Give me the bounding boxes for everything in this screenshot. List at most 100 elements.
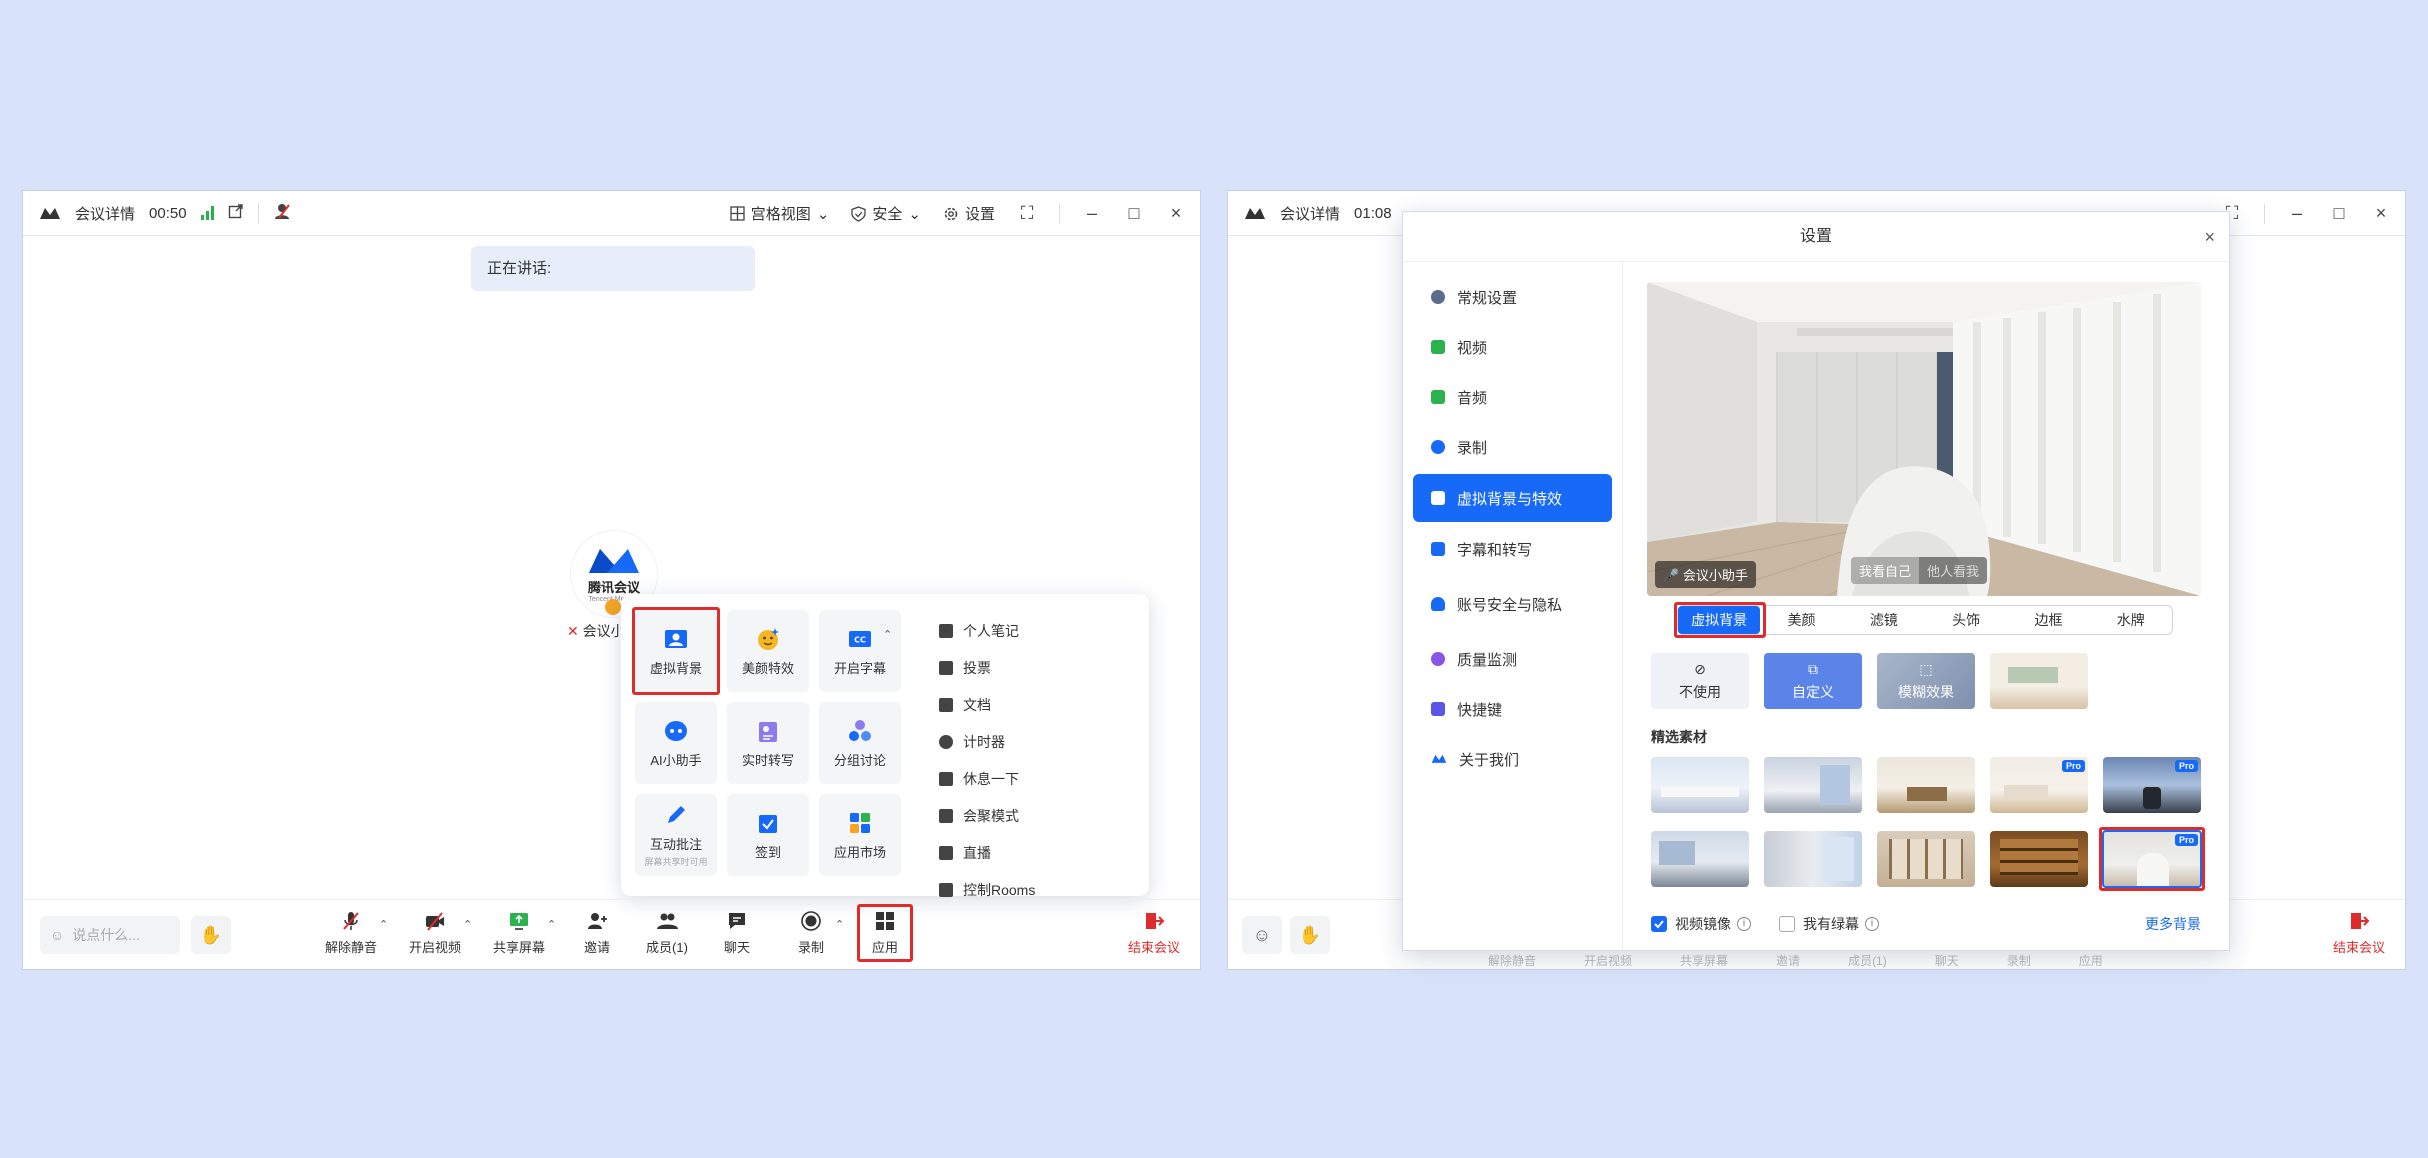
more-backgrounds-link[interactable]: 更多背景 xyxy=(2145,914,2201,934)
share-screen-button[interactable]: 共享屏幕 xyxy=(489,910,549,956)
bg-thumbnail[interactable] xyxy=(1990,653,2088,709)
minimize-icon[interactable]: – xyxy=(1082,203,1102,224)
bg-option-blur[interactable]: ⬚ 模糊效果 xyxy=(1877,653,1975,709)
caption-icon: CC xyxy=(849,630,871,647)
chevron-up-icon[interactable]: ⌃ xyxy=(883,628,892,641)
see-self-toggle[interactable]: 我看自己 xyxy=(1851,557,1920,584)
tool-label: 聊天 xyxy=(723,940,750,955)
fullscreen-icon[interactable]: ⛶ xyxy=(1017,203,1037,224)
tab-filter[interactable]: 滤镜 xyxy=(1843,606,1925,634)
bg-thumbnail[interactable]: Pro xyxy=(2103,757,2201,813)
bg-thumbnail[interactable] xyxy=(1764,831,1862,887)
others-see-toggle[interactable]: 他人看我 xyxy=(1919,557,1987,584)
nav-quality[interactable]: 质量监测 xyxy=(1413,636,1612,682)
app-annotation[interactable]: 互动批注 屏幕共享时可用 xyxy=(635,794,717,876)
bg-thumbnail[interactable] xyxy=(1990,831,2088,887)
bg-option-custom[interactable]: ⧉ 自定义 xyxy=(1764,653,1862,709)
tool-label: 解除静音 xyxy=(324,940,377,955)
app-list-item[interactable]: 直播 xyxy=(939,834,1035,871)
app-list-item[interactable]: 文档 xyxy=(939,686,1035,723)
chevron-up-icon[interactable]: ⌃ xyxy=(835,918,844,931)
external-link-icon[interactable] xyxy=(228,203,244,223)
chat-button[interactable]: 聊天 xyxy=(707,910,767,956)
bg-thumbnail[interactable] xyxy=(1651,831,1749,887)
gear-icon xyxy=(944,207,958,220)
tab-frame[interactable]: 边框 xyxy=(2007,606,2089,634)
app-breakout[interactable]: 分组讨论 xyxy=(819,702,901,784)
bg-option-none[interactable]: ⊘ 不使用 xyxy=(1651,653,1749,709)
app-market[interactable]: 应用市场 xyxy=(819,794,901,876)
record-button[interactable]: 录制 xyxy=(781,910,841,956)
emoji-icon[interactable]: ☺ xyxy=(50,927,64,943)
app-transcription[interactable]: 实时转写 xyxy=(727,702,809,784)
green-screen-checkbox[interactable] xyxy=(1779,916,1795,932)
bg-thumbnail[interactable] xyxy=(1764,757,1862,813)
settings-button[interactable]: 设置 xyxy=(943,203,995,224)
start-video-button[interactable]: 开启视频 xyxy=(405,910,465,956)
app-list-item[interactable]: 投票 xyxy=(939,649,1035,686)
info-icon[interactable]: i xyxy=(1737,917,1751,931)
nav-general[interactable]: 常规设置 xyxy=(1413,274,1612,320)
mic-off-icon[interactable] xyxy=(273,202,293,224)
nav-label: 常规设置 xyxy=(1457,289,1518,307)
close-icon[interactable]: × xyxy=(2204,212,2215,262)
chevron-up-icon[interactable]: ⌃ xyxy=(379,918,388,931)
nav-shortcuts[interactable]: 快捷键 xyxy=(1413,686,1612,732)
obscured-toolbar-labels: 解除静音 开启视频 共享屏幕 邀请 成员(1) 聊天 录制 应用 xyxy=(1488,952,2103,969)
subtitle-icon xyxy=(1431,542,1445,556)
meeting-details-button[interactable]: 会议详情 xyxy=(75,203,135,224)
app-label: 开启字幕 xyxy=(833,660,886,676)
meeting-details-button[interactable]: 会议详情 xyxy=(1280,203,1340,224)
security-button[interactable]: 安全 ⌄ xyxy=(851,203,921,224)
video-preview: 🎤 会议小助手 我看自己 他人看我 xyxy=(1647,282,2201,596)
minimize-icon[interactable]: – xyxy=(2287,203,2307,224)
raise-hand-button[interactable]: ✋ xyxy=(1290,916,1330,954)
nav-recording[interactable]: 录制 xyxy=(1413,424,1612,470)
bg-thumbnail[interactable] xyxy=(1651,757,1749,813)
raise-hand-button[interactable]: ✋ xyxy=(191,916,231,954)
nav-account[interactable]: 账号安全与隐私 xyxy=(1413,576,1612,632)
nav-video[interactable]: 视频 xyxy=(1413,324,1612,370)
ai-assistant-icon xyxy=(665,720,687,741)
grid-view-label: 宫格视图 xyxy=(750,206,811,223)
focus-mode-icon xyxy=(939,808,953,823)
nav-virtual-background[interactable]: 虚拟背景与特效 xyxy=(1413,474,1612,522)
nav-subtitles[interactable]: 字幕和转写 xyxy=(1413,526,1612,572)
tab-nameplate[interactable]: 水牌 xyxy=(2090,606,2172,634)
mirror-checkbox[interactable] xyxy=(1651,916,1667,932)
nav-about[interactable]: 关于我们 xyxy=(1413,736,1612,782)
app-caption[interactable]: CC 开启字幕 xyxy=(819,610,901,692)
chat-input[interactable]: ☺ 说点什么... xyxy=(40,916,180,954)
app-ai-assistant[interactable]: AI小助手 xyxy=(635,702,717,784)
invite-button[interactable]: 邀请 xyxy=(567,910,627,956)
divider xyxy=(257,203,259,223)
tool-label: 录制 xyxy=(797,940,824,955)
app-list-item[interactable]: 个人笔记 xyxy=(939,612,1035,649)
app-checkin[interactable]: 签到 xyxy=(727,794,809,876)
maximize-icon[interactable]: □ xyxy=(1124,203,1144,224)
emoji-button[interactable]: ☺ xyxy=(1242,916,1282,954)
close-icon[interactable]: × xyxy=(2371,203,2391,224)
info-icon[interactable]: i xyxy=(1865,917,1879,931)
end-meeting-button[interactable]: 结束会议 xyxy=(1128,910,1180,956)
app-list-item[interactable]: 会聚模式 xyxy=(939,797,1035,834)
chevron-up-icon[interactable]: ⌃ xyxy=(547,918,556,931)
tab-headwear[interactable]: 头饰 xyxy=(1925,606,2007,634)
bg-thumbnail[interactable]: Pro xyxy=(1990,757,2088,813)
bg-thumbnail[interactable] xyxy=(1877,757,1975,813)
members-button[interactable]: 成员(1) xyxy=(637,910,697,956)
app-list-item[interactable]: 计时器 xyxy=(939,723,1035,760)
grid-view-button[interactable]: 宫格视图 ⌄ xyxy=(730,203,829,224)
app-label: 美颜特效 xyxy=(741,660,794,676)
thumbnail-art xyxy=(2008,667,2058,683)
bg-thumbnail[interactable] xyxy=(1877,831,1975,887)
maximize-icon[interactable]: □ xyxy=(2329,203,2349,224)
end-meeting-button[interactable]: 结束会议 xyxy=(2333,910,2385,956)
nav-audio[interactable]: 音频 xyxy=(1413,374,1612,420)
app-list-item[interactable]: 休息一下 xyxy=(939,760,1035,797)
tab-beauty[interactable]: 美颜 xyxy=(1760,606,1842,634)
app-beauty[interactable]: 美颜特效 xyxy=(727,610,809,692)
unmute-button[interactable]: 解除静音 xyxy=(321,910,381,956)
chevron-up-icon[interactable]: ⌃ xyxy=(463,918,472,931)
close-icon[interactable]: × xyxy=(1166,203,1186,224)
